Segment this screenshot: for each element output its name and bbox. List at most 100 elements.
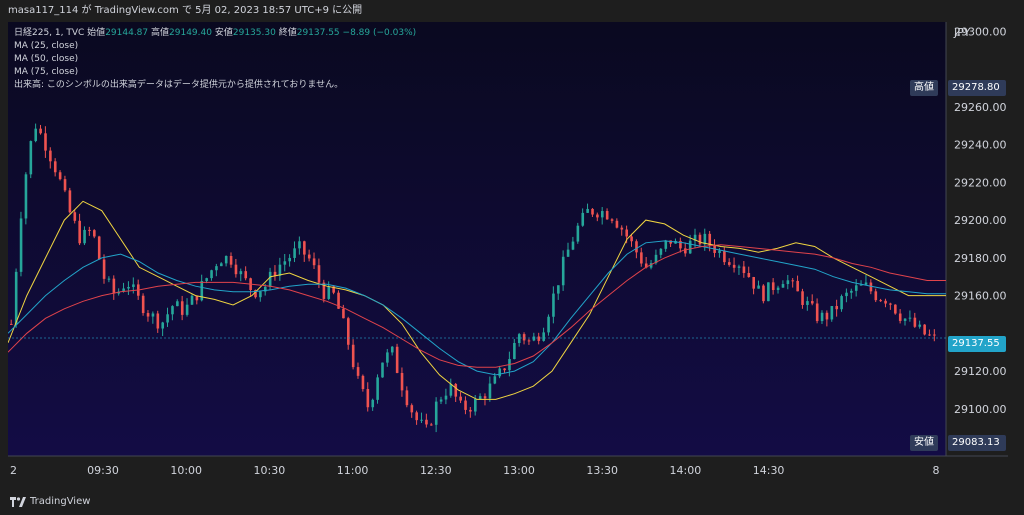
candle-body[interactable] [732, 264, 736, 268]
candle-body[interactable] [102, 259, 106, 279]
candle-body[interactable] [107, 278, 111, 280]
candle-body[interactable] [762, 285, 765, 302]
candle-body[interactable] [522, 334, 526, 341]
candle-body[interactable] [298, 241, 301, 249]
candle-body[interactable] [869, 282, 873, 292]
candle-body[interactable] [171, 306, 174, 315]
candle-body[interactable] [547, 316, 550, 333]
legend-symbol[interactable]: 日経225, 1, TVC [14, 28, 84, 38]
candle-body[interactable] [420, 419, 423, 421]
legend-ma75[interactable]: MA (75, close) [14, 66, 416, 79]
candle-body[interactable] [303, 241, 306, 255]
candle-body[interactable] [776, 287, 780, 291]
candle-body[interactable] [771, 282, 775, 291]
candle-body[interactable] [630, 236, 633, 242]
candle-body[interactable] [864, 282, 868, 285]
candle-body[interactable] [395, 346, 399, 373]
candle-body[interactable] [840, 296, 843, 310]
candle-body[interactable] [478, 396, 482, 399]
candle-body[interactable] [215, 266, 218, 271]
candle-body[interactable] [58, 172, 62, 180]
candle-body[interactable] [312, 258, 316, 266]
candle-body[interactable] [591, 208, 594, 215]
candle-body[interactable] [830, 306, 834, 320]
candle-body[interactable] [517, 334, 521, 344]
candle-body[interactable] [97, 236, 101, 260]
candle-body[interactable] [53, 161, 57, 173]
candle-body[interactable] [14, 271, 18, 325]
candle-body[interactable] [317, 265, 321, 283]
tradingview-brand[interactable]: TradingView [10, 496, 90, 507]
candle-body[interactable] [815, 303, 819, 322]
candle-body[interactable] [928, 334, 931, 336]
candle-body[interactable] [342, 308, 345, 319]
candle-body[interactable] [166, 314, 169, 323]
candle-body[interactable] [806, 301, 809, 305]
candle-body[interactable] [234, 264, 238, 275]
candle-body[interactable] [566, 249, 570, 257]
candle-body[interactable] [742, 266, 746, 273]
candle-body[interactable] [596, 214, 599, 218]
candle-body[interactable] [615, 220, 619, 228]
candle-body[interactable] [845, 292, 848, 297]
candle-body[interactable] [78, 220, 81, 244]
candle-body[interactable] [727, 262, 731, 265]
candle-body[interactable] [210, 270, 213, 279]
candle-body[interactable] [430, 424, 433, 426]
candle-body[interactable] [88, 229, 91, 231]
candle-body[interactable] [220, 263, 223, 267]
candle-body[interactable] [176, 301, 179, 307]
candle-body[interactable] [561, 256, 565, 286]
candle-body[interactable] [811, 301, 814, 304]
candle-body[interactable] [49, 150, 52, 162]
candle-body[interactable] [537, 336, 541, 341]
candle-body[interactable] [532, 336, 536, 341]
candle-body[interactable] [464, 400, 467, 410]
candle-body[interactable] [405, 390, 409, 406]
candle-body[interactable] [386, 352, 389, 363]
candle-body[interactable] [542, 332, 545, 341]
candle-body[interactable] [581, 212, 585, 226]
candle-body[interactable] [205, 278, 208, 282]
candle-body[interactable] [185, 304, 189, 315]
candle-body[interactable] [190, 295, 194, 305]
candle-body[interactable] [434, 401, 438, 425]
candle-body[interactable] [820, 312, 824, 322]
candle-body[interactable] [786, 280, 790, 285]
candle-body[interactable] [444, 395, 448, 400]
candle-body[interactable] [381, 362, 384, 378]
candle-body[interactable] [371, 399, 375, 408]
candle-body[interactable] [63, 179, 67, 191]
candle-body[interactable] [449, 383, 453, 396]
candle-body[interactable] [874, 291, 878, 301]
candle-body[interactable] [161, 322, 165, 329]
candle-body[interactable] [34, 128, 38, 142]
candle-body[interactable] [791, 280, 795, 282]
candle-body[interactable] [894, 304, 897, 314]
candle-body[interactable] [498, 368, 502, 377]
candle-body[interactable] [708, 233, 712, 246]
candle-body[interactable] [625, 229, 629, 237]
candle-body[interactable] [229, 255, 233, 265]
candle-body[interactable] [781, 284, 785, 288]
candle-body[interactable] [278, 264, 282, 276]
candle-body[interactable] [503, 368, 506, 371]
legend-ma25[interactable]: MA (25, close) [14, 40, 416, 53]
candle-body[interactable] [488, 383, 492, 399]
candle-body[interactable] [180, 301, 184, 315]
candle-body[interactable] [493, 376, 497, 384]
candle-body[interactable] [469, 409, 472, 412]
candle-body[interactable] [244, 271, 248, 279]
candle-body[interactable] [68, 190, 72, 213]
candle-body[interactable] [351, 344, 355, 368]
candle-body[interactable] [884, 300, 887, 304]
candle-body[interactable] [156, 313, 160, 329]
candle-body[interactable] [474, 398, 477, 412]
candle-body[interactable] [366, 389, 370, 408]
candle-body[interactable] [10, 323, 13, 325]
candle-body[interactable] [83, 229, 86, 244]
candle-body[interactable] [288, 257, 291, 262]
candle-body[interactable] [29, 141, 33, 175]
candle-body[interactable] [132, 284, 135, 287]
candle-body[interactable] [688, 240, 692, 254]
